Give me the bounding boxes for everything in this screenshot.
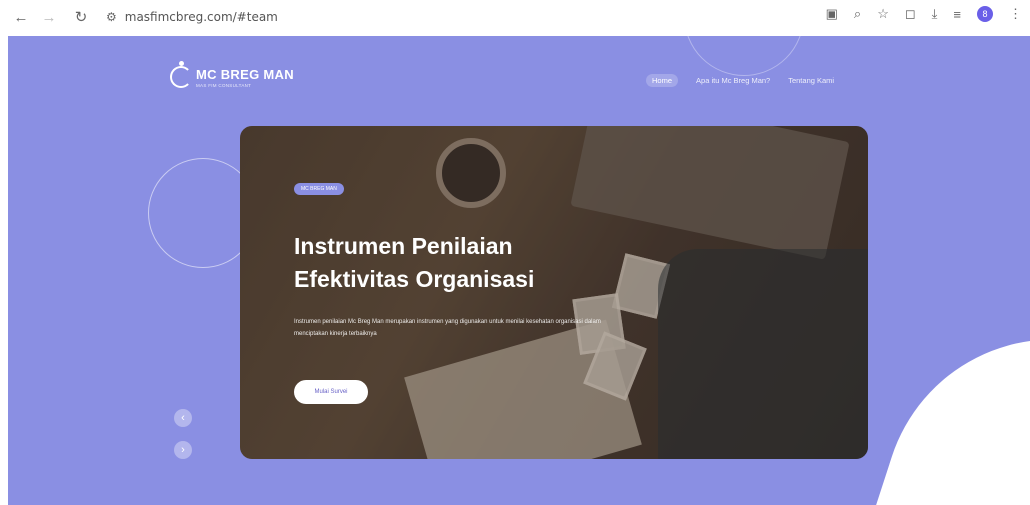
hero-title-line1: Instrumen Penilaian [294, 233, 513, 259]
browser-actions: ▣ ⌕ ☆ ◻ ⤓ ≡ 8 ⋮ [826, 6, 1022, 22]
chevron-right-icon: › [181, 444, 185, 456]
hero-description: Instrumen penilaian Mc Breg Man merupaka… [294, 319, 601, 337]
nav-link-tentang-kami[interactable]: Tentang Kami [788, 76, 834, 87]
media-icon[interactable]: ≡ [953, 7, 961, 22]
nav-link-home[interactable]: Home [646, 74, 679, 87]
extensions-icon[interactable]: ◻ [905, 6, 916, 22]
logo-name: MC BREG MAN [196, 66, 294, 82]
reload-icon[interactable]: ↻ [70, 6, 92, 28]
hero-title-line2: Efektivitas Organisasi [294, 266, 535, 292]
browser-toolbar: ← → ↻ ⚙ masfimcbreg.com/#team ▣ ⌕ ☆ ◻ ⤓ … [0, 0, 1030, 34]
chevron-left-icon: ‹ [181, 412, 185, 424]
carousel-next-button[interactable]: › [174, 441, 192, 459]
zoom-icon[interactable]: ⌕ [854, 6, 861, 22]
start-survey-button[interactable]: Mulai Survei [294, 380, 368, 404]
hero-banner: MC BREG MAN Instrumen Penilaian Efektivi… [240, 126, 868, 459]
bookmark-star-icon[interactable]: ☆ [877, 6, 889, 22]
site-logo[interactable]: MC BREG MAN MAS FIM CONSULTANT [170, 61, 294, 88]
hero-badge: MC BREG MAN [294, 183, 344, 195]
translate-icon[interactable]: ▣ [826, 6, 838, 22]
nav-link-about-mcbregman[interactable]: Apa itu Mc Breg Man? [696, 76, 770, 87]
address-bar[interactable]: masfimcbreg.com/#team [125, 10, 278, 24]
logo-tagline: MAS FIM CONSULTANT [196, 82, 252, 88]
main-nav: Home Apa itu Mc Breg Man? Tentang Kami [646, 74, 834, 87]
menu-kebab-icon[interactable]: ⋮ [1009, 6, 1022, 22]
page-viewport: MC BREG MAN MAS FIM CONSULTANT Home Apa … [8, 36, 1030, 505]
decorative-circle [684, 36, 804, 76]
site-info-icon[interactable]: ⚙ [106, 10, 117, 24]
profile-avatar[interactable]: 8 [977, 6, 993, 22]
download-icon[interactable]: ⤓ [932, 6, 938, 22]
logo-mark-icon [170, 61, 192, 88]
carousel-prev-button[interactable]: ‹ [174, 409, 192, 427]
forward-arrow-icon[interactable]: → [38, 6, 60, 28]
back-arrow-icon[interactable]: ← [10, 6, 32, 28]
hero-title: Instrumen Penilaian Efektivitas Organisa… [294, 230, 534, 296]
